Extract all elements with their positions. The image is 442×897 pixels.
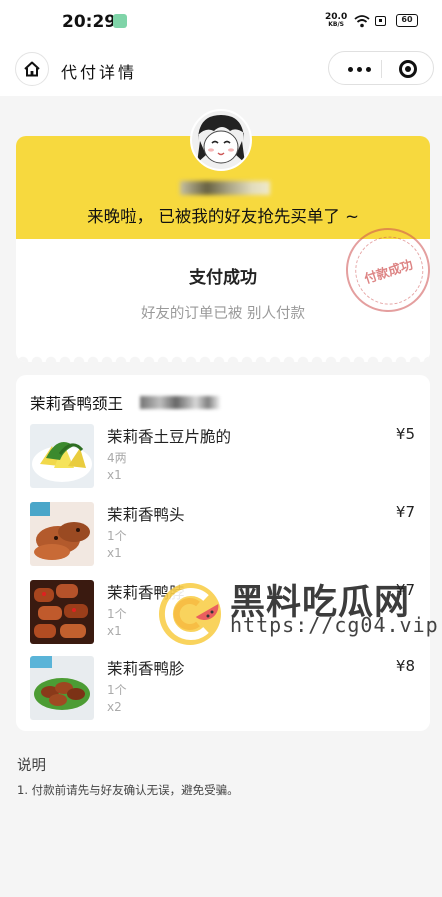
- order-item: 茉莉香鸭胗 1个 x2 ¥8: [0, 656, 442, 730]
- item-thumbnail: [30, 424, 94, 488]
- avatar-image: [192, 111, 250, 169]
- clock: 20:29: [62, 12, 117, 32]
- item-thumbnail: [30, 502, 94, 566]
- item-name: 茉莉香土豆片脆的: [107, 428, 232, 446]
- notification-icon: [113, 14, 127, 28]
- item-quantity: x2: [107, 700, 122, 714]
- battery-icon: 60: [396, 14, 418, 27]
- watermark-url: https://cg04.vip: [230, 613, 439, 637]
- item-spec: 1个: [107, 607, 127, 621]
- stamp-text: 付款成功: [362, 256, 415, 287]
- sim-icon: [375, 16, 386, 26]
- more-dot-icon: [356, 66, 362, 72]
- item-quantity: x1: [107, 624, 122, 638]
- item-thumbnail: [30, 580, 94, 644]
- item-price: ¥8: [395, 657, 415, 675]
- capsule-divider: [381, 60, 382, 78]
- home-icon: [24, 61, 40, 77]
- item-name: 茉莉香鸭胗: [107, 660, 185, 678]
- item-price: ¥5: [395, 425, 415, 443]
- blurred-shop-info: [140, 396, 220, 409]
- item-quantity: x1: [107, 546, 122, 560]
- mini-program-capsule: [328, 51, 434, 85]
- item-spec: 4两: [107, 451, 127, 465]
- order-item: 茉莉香鸭头 1个 x1 ¥7: [0, 502, 442, 576]
- item-spec: 1个: [107, 683, 127, 697]
- notice-text: 来晚啦， 已被我的好友抢先买单了 ~: [87, 207, 359, 226]
- duck-head-image: [30, 502, 94, 566]
- blurred-username: [180, 181, 270, 195]
- page-title: 代付详情: [61, 63, 138, 82]
- potato-chips-image: [30, 424, 94, 488]
- more-dot-icon: [347, 66, 353, 72]
- duck-gizzard-image: [30, 656, 94, 720]
- status-bar: 20:29 20.0 KB/S 60: [0, 0, 442, 42]
- item-quantity: x1: [107, 468, 122, 482]
- watermark-logo: [159, 583, 221, 645]
- close-button[interactable]: [399, 60, 417, 78]
- order-item: 茉莉香土豆片脆的 4两 x1 ¥5: [0, 424, 442, 498]
- wifi-icon: [354, 15, 370, 28]
- home-button[interactable]: [15, 52, 49, 86]
- more-dot-icon: [365, 66, 371, 72]
- notes-title: 说明: [17, 758, 46, 774]
- more-button[interactable]: [341, 52, 377, 86]
- nav-bar: 代付详情: [0, 42, 442, 96]
- notes-line: 1. 付款前请先与好友确认无误，避免受骗。: [17, 783, 239, 797]
- item-spec: 1个: [107, 529, 127, 543]
- avatar: [190, 109, 252, 171]
- network-speed: 20.0 KB/S: [325, 12, 348, 29]
- shop-name: 茉莉香鸭颈王: [30, 395, 124, 413]
- duck-neck-image: [30, 580, 94, 644]
- item-name: 茉莉香鸭头: [107, 506, 185, 524]
- card-edge: [16, 348, 430, 362]
- item-thumbnail: [30, 656, 94, 720]
- item-price: ¥7: [395, 503, 415, 521]
